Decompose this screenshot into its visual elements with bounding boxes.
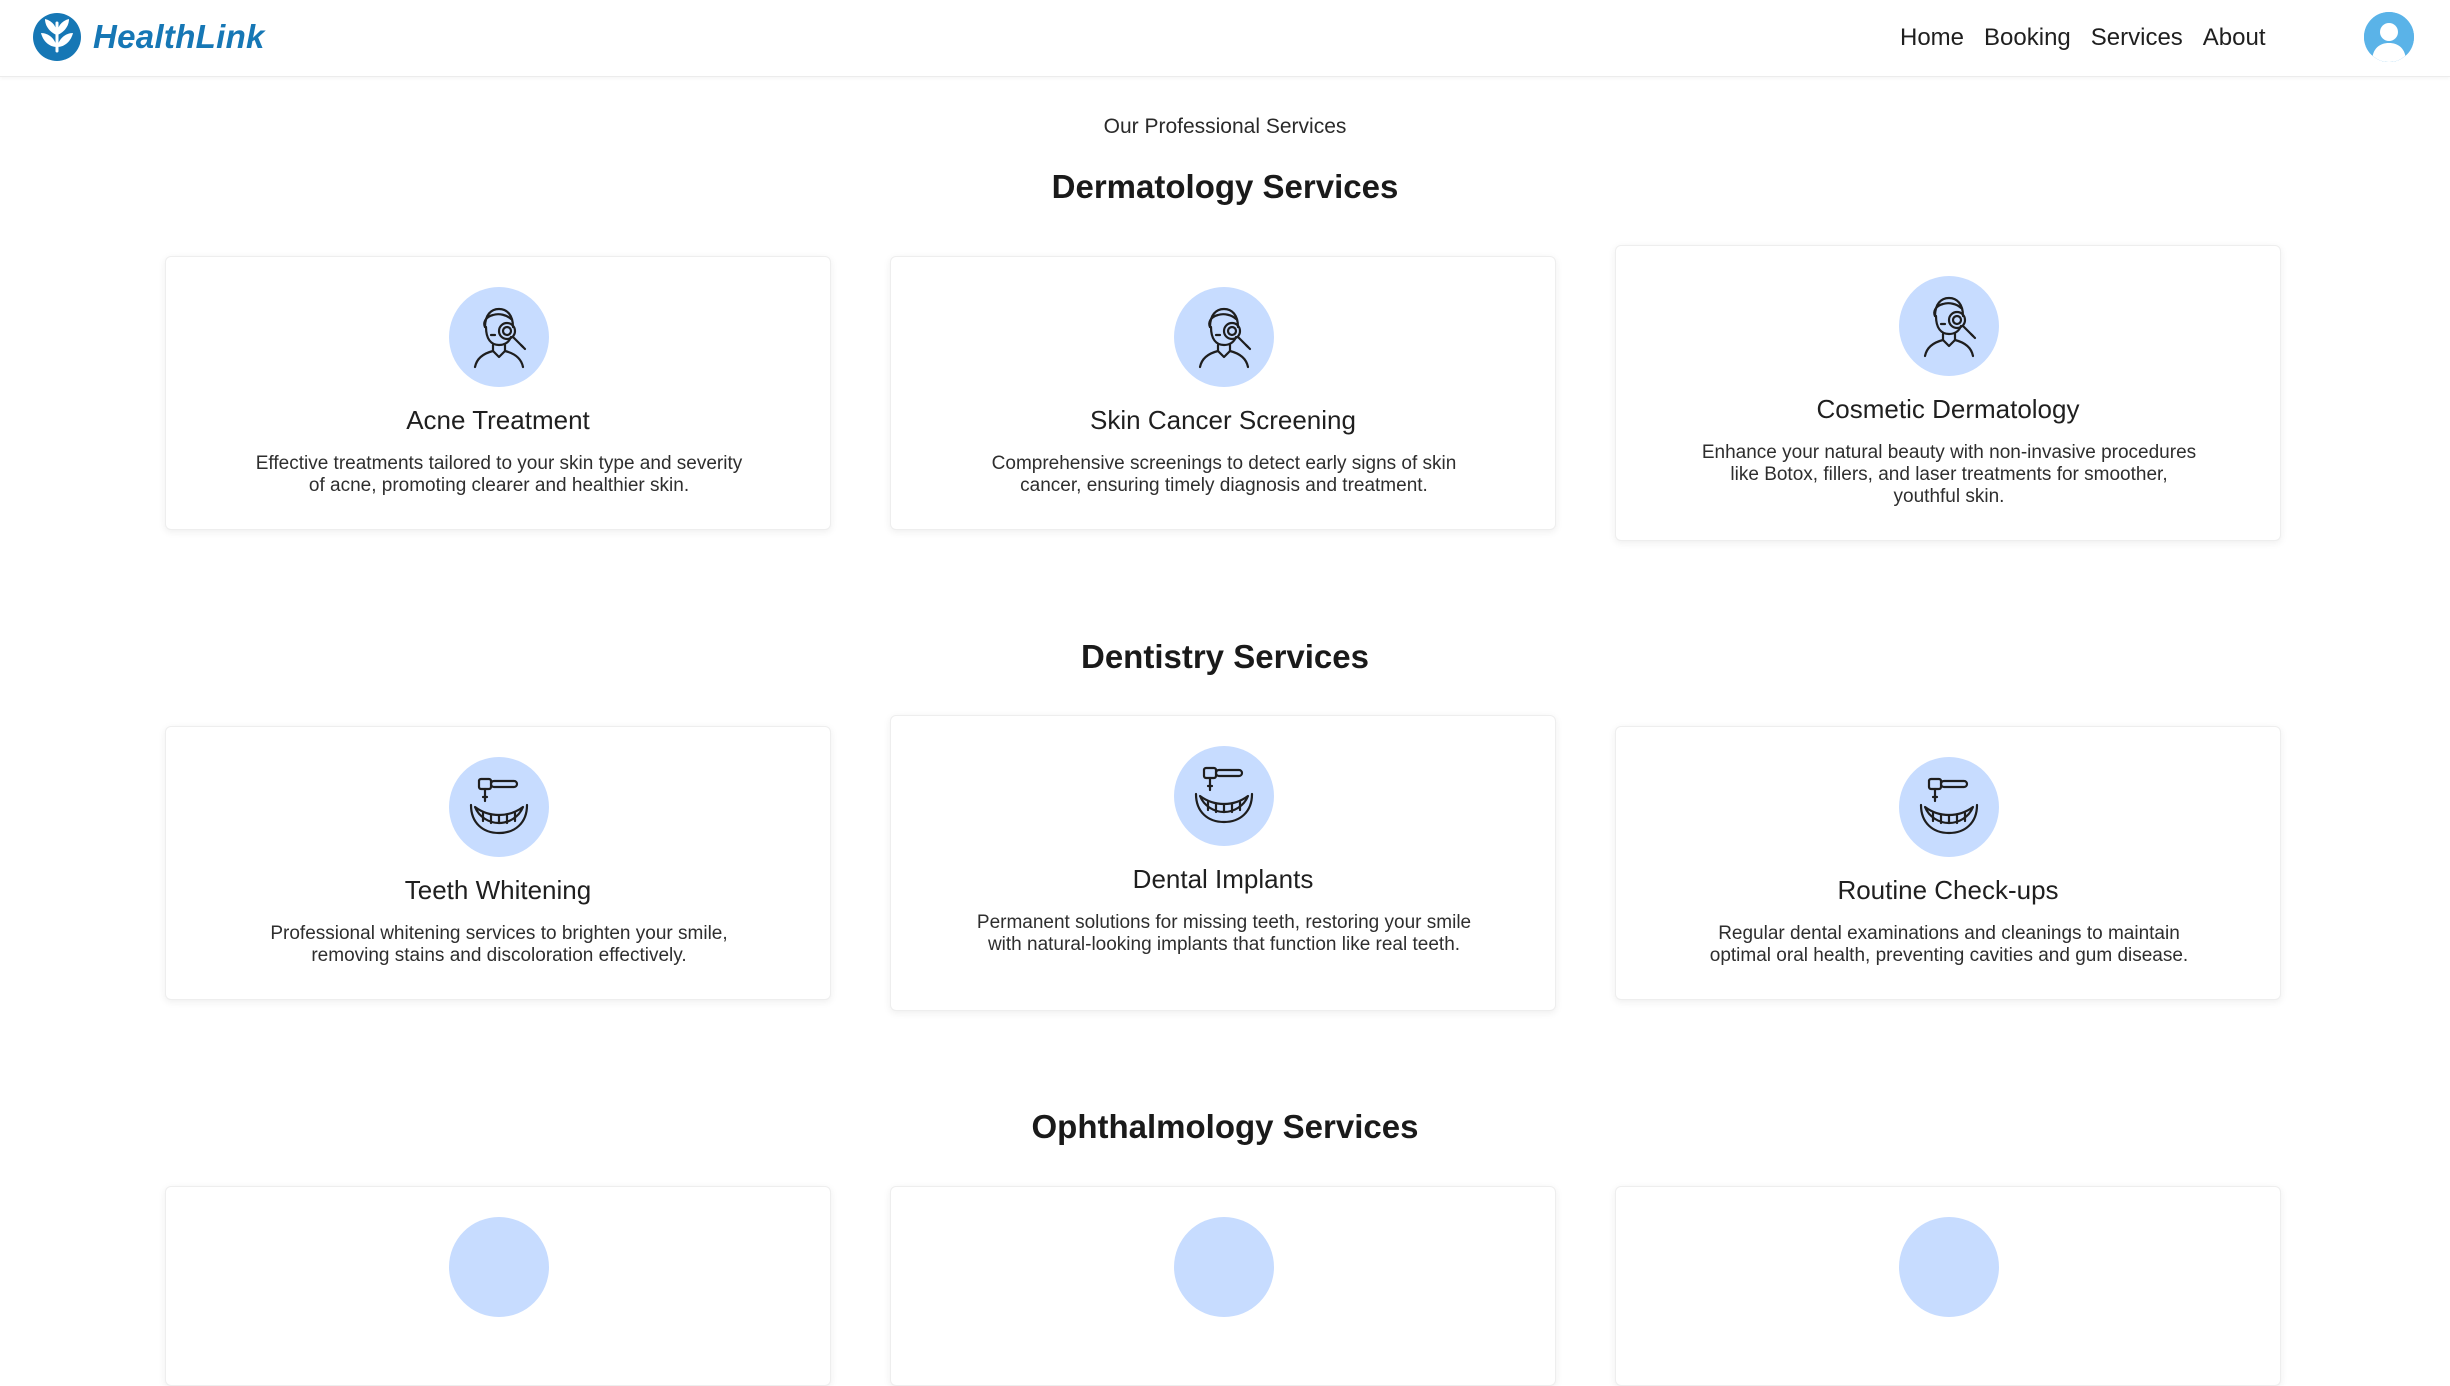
service-card-ophthalmology-2[interactable]: [890, 1186, 1556, 1386]
service-card-dental-implants[interactable]: Dental Implants Permanent solutions for …: [890, 715, 1556, 1011]
avatar[interactable]: [2364, 12, 2414, 62]
skin-examination-icon: [1899, 276, 1999, 376]
card-description: Comprehensive screenings to detect early…: [991, 453, 1457, 496]
nav-link-home[interactable]: Home: [1900, 24, 1964, 52]
dental-drill-icon: [1899, 757, 1999, 857]
card-title: Skin Cancer Screening: [1090, 405, 1356, 435]
brand-logo[interactable]: HealthLink: [31, 10, 265, 64]
section-title-dermatology: Dermatology Services: [1051, 168, 1399, 205]
service-card-ophthalmology-3[interactable]: [1615, 1186, 2281, 1386]
service-card-teeth-whitening[interactable]: Teeth Whitening Professional whitening s…: [165, 726, 831, 1000]
nav-links: Home Booking Services About: [1900, 0, 2286, 76]
service-card-ophthalmology-1[interactable]: [165, 1186, 831, 1386]
service-card-acne-treatment[interactable]: Acne Treatment Effective treatments tail…: [165, 256, 831, 530]
card-description: Professional whitening services to brigh…: [270, 923, 728, 966]
leaf-logo-icon: [33, 13, 81, 61]
service-card-skin-cancer-screening[interactable]: Skin Cancer Screening Comprehensive scre…: [890, 256, 1556, 530]
card-title: Dental Implants: [1132, 864, 1314, 894]
skin-examination-icon: [449, 287, 549, 387]
user-avatar-icon: [2364, 12, 2414, 62]
service-icon: [1174, 1217, 1274, 1317]
nav-link-booking[interactable]: Booking: [1984, 24, 2071, 52]
service-card-cosmetic-dermatology[interactable]: Cosmetic Dermatology Enhance your natura…: [1615, 245, 2281, 541]
navbar: HealthLink Home Booking Services About: [0, 0, 2450, 77]
service-icon: [1899, 1217, 1999, 1317]
card-title: Acne Treatment: [406, 405, 590, 435]
card-description: Effective treatments tailored to your sk…: [255, 453, 743, 496]
dental-drill-icon: [449, 757, 549, 857]
section-title-dentistry: Dentistry Services: [1081, 638, 1369, 675]
nav-link-about[interactable]: About: [2203, 24, 2266, 52]
card-title: Routine Check-ups: [1837, 875, 2059, 905]
brand-name: HealthLink: [93, 18, 265, 55]
service-icon: [449, 1217, 549, 1317]
card-description: Permanent solutions for missing teeth, r…: [976, 912, 1472, 955]
card-description: Enhance your natural beauty with non-inv…: [1701, 442, 2197, 507]
card-title: Cosmetic Dermatology: [1816, 394, 2080, 424]
dental-drill-icon: [1174, 746, 1274, 846]
skin-examination-icon: [1174, 287, 1274, 387]
service-card-routine-check-ups[interactable]: Routine Check-ups Regular dental examina…: [1615, 726, 2281, 1000]
services-kicker: Our Professional Services: [1103, 115, 1347, 138]
card-title: Teeth Whitening: [404, 875, 592, 905]
nav-link-services[interactable]: Services: [2091, 24, 2183, 52]
card-description: Regular dental examinations and cleaning…: [1709, 923, 2189, 966]
section-title-ophthalmology: Ophthalmology Services: [1031, 1108, 1419, 1145]
